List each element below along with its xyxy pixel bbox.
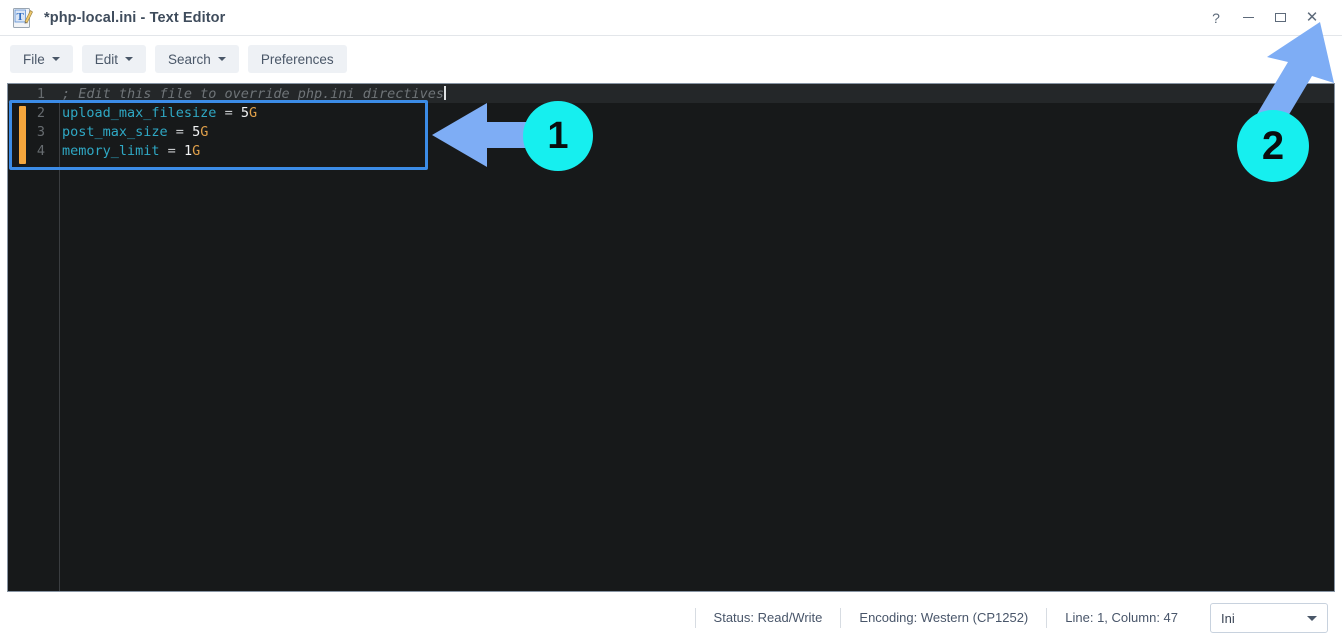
line-number: 4 xyxy=(36,142,45,159)
status-bar: Status: Read/Write Encoding: Western (CP… xyxy=(0,596,1342,640)
text-editor-icon: T xyxy=(12,7,34,29)
svg-text:T: T xyxy=(17,10,25,22)
code-line[interactable]: 1 ; Edit this file to override php.ini di… xyxy=(8,84,1334,103)
token-num: 5 xyxy=(240,104,249,121)
chevron-down-icon xyxy=(125,57,134,61)
menu-search[interactable]: Search xyxy=(155,45,239,73)
code-line[interactable]: 2 upload_max_filesize = 5G xyxy=(8,103,1334,122)
token-key: memory_limit xyxy=(62,142,160,159)
menu-toolbar: File Edit Search Preferences xyxy=(0,36,1342,82)
menu-preferences[interactable]: Preferences xyxy=(247,45,347,73)
token-eq: = xyxy=(159,142,184,159)
maximize-icon xyxy=(1274,13,1286,22)
token-key: post_max_size xyxy=(62,123,168,140)
line-content: ; Edit this file to override php.ini dir… xyxy=(52,85,1334,102)
status-cursor-position: Line: 1, Column: 47 xyxy=(1046,608,1196,628)
window-controls: ? ✕ xyxy=(1200,0,1342,35)
token-eq: = xyxy=(216,104,241,121)
menu-edit[interactable]: Edit xyxy=(81,45,147,73)
code-line[interactable]: 3 post_max_size = 5G xyxy=(8,122,1334,141)
menu-file-label: File xyxy=(23,51,45,67)
window-close-button[interactable]: ✕ xyxy=(1296,0,1328,35)
help-button[interactable]: ? xyxy=(1200,0,1232,35)
language-select-value: Ini xyxy=(1221,610,1235,626)
token-unit: G xyxy=(248,104,258,121)
token-unit: G xyxy=(200,123,209,140)
line-number: 2 xyxy=(36,104,45,121)
language-select[interactable]: Ini xyxy=(1210,603,1328,633)
minimize-icon xyxy=(1242,16,1254,19)
line-number: 1 xyxy=(36,85,45,102)
code-editor[interactable]: 1 ; Edit this file to override php.ini di… xyxy=(7,83,1335,592)
line-content: memory_limit = 1G xyxy=(52,143,1334,159)
line-content: post_max_size = 5G xyxy=(52,124,1334,140)
annotation-badge-2: 2 xyxy=(1237,110,1309,182)
annotation-badge-1: 1 xyxy=(523,101,593,171)
token-unit: G xyxy=(192,142,201,159)
chevron-down-icon xyxy=(51,57,60,61)
menu-search-label: Search xyxy=(168,51,211,67)
maximize-button[interactable] xyxy=(1264,0,1296,35)
menu-edit-label: Edit xyxy=(94,51,119,67)
code-lines[interactable]: 1 ; Edit this file to override php.ini di… xyxy=(8,84,1334,160)
chevron-down-icon xyxy=(217,57,226,61)
text-cursor xyxy=(444,85,446,100)
token-key: upload_max_filesize xyxy=(62,104,217,121)
token-eq: = xyxy=(167,123,193,140)
gutter-separator xyxy=(59,84,60,591)
window-title: *php-local.ini - Text Editor xyxy=(44,9,226,26)
token-num: 5 xyxy=(192,123,201,140)
status-encoding: Encoding: Western (CP1252) xyxy=(840,608,1046,628)
menu-file[interactable]: File xyxy=(10,45,73,73)
menu-preferences-label: Preferences xyxy=(260,51,334,67)
chevron-down-icon xyxy=(1307,615,1317,621)
line-number: 3 xyxy=(36,123,45,140)
code-line[interactable]: 4 memory_limit = 1G xyxy=(8,141,1334,160)
line-content: upload_max_filesize = 5G xyxy=(52,105,1334,121)
minimize-button[interactable] xyxy=(1232,0,1264,35)
help-icon: ? xyxy=(1212,9,1220,26)
modified-lines-marker xyxy=(19,106,26,164)
status-readwrite: Status: Read/Write xyxy=(694,608,841,628)
token-comment: ; Edit this file to override php.ini dir… xyxy=(62,85,445,102)
close-icon: ✕ xyxy=(1305,9,1319,26)
token-num: 1 xyxy=(183,142,193,159)
title-bar: T *php-local.ini - Text Editor ? ✕ xyxy=(0,0,1342,36)
